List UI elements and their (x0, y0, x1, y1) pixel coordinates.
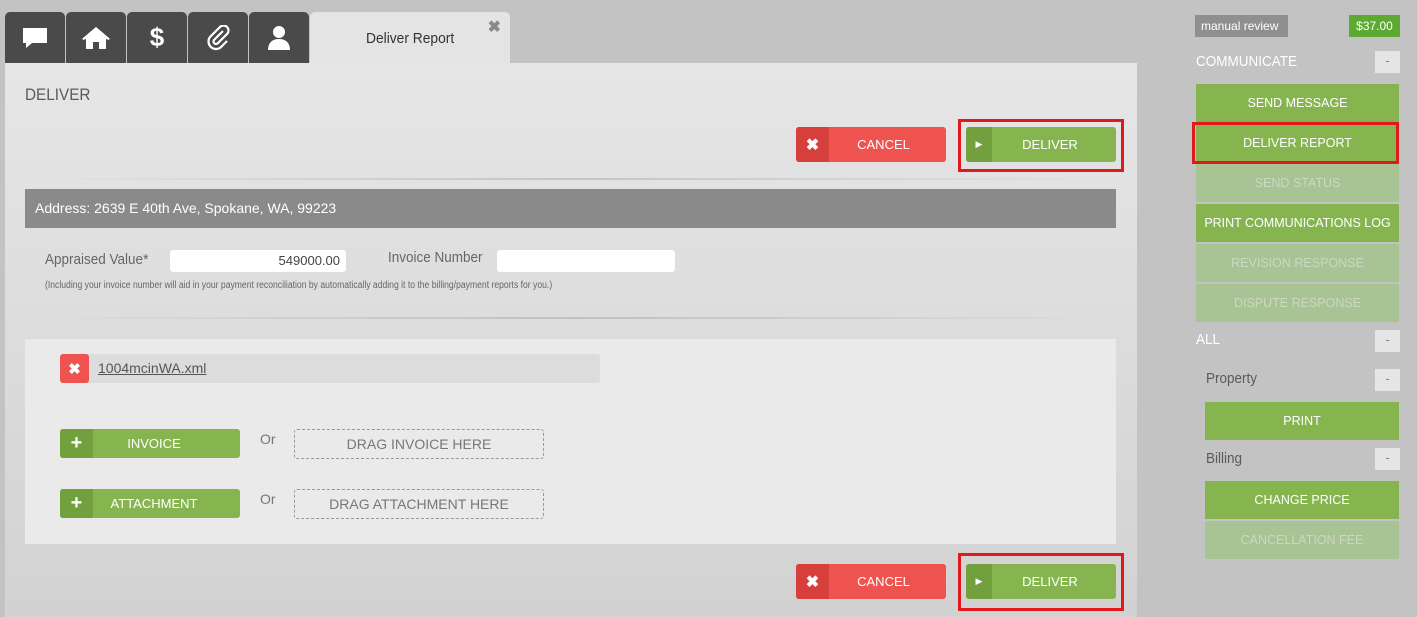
print-communications-log-button[interactable]: PRINT COMMUNICATIONS LOG (1196, 204, 1399, 242)
divider (35, 317, 1115, 319)
home-icon (82, 26, 110, 49)
plus-icon: + (60, 489, 93, 518)
cancel-button-top[interactable]: ✖ CANCEL (796, 127, 946, 162)
page-title: DELIVER (25, 85, 91, 104)
close-icon: ✖ (796, 127, 829, 162)
or-text: Or (260, 431, 276, 447)
section-all: ALL (1196, 331, 1221, 348)
add-attachment-label: ATTACHMENT (110, 496, 198, 511)
add-invoice-button[interactable]: + INVOICE (60, 429, 240, 458)
add-attachment-button[interactable]: + ATTACHMENT (60, 489, 240, 518)
send-status-button: SEND STATUS (1196, 164, 1399, 202)
cancel-button-bottom[interactable]: ✖ CANCEL (796, 564, 946, 599)
invoice-dropzone[interactable]: DRAG INVOICE HERE (294, 429, 544, 459)
section-billing: Billing (1206, 450, 1243, 467)
divider (35, 178, 1115, 180)
status-badge: manual review (1195, 15, 1288, 37)
add-invoice-label: INVOICE (127, 436, 181, 451)
paperclip-icon (207, 24, 230, 50)
cancel-label: CANCEL (857, 574, 910, 589)
tab-attachments[interactable] (188, 12, 248, 63)
tab-deliver-report-label: Deliver Report (366, 30, 455, 47)
remove-file-icon[interactable]: ✖ (60, 354, 89, 383)
collapse-all-button[interactable]: - (1375, 330, 1400, 352)
revision-response-button: REVISION RESPONSE (1196, 244, 1399, 282)
change-price-button[interactable]: CHANGE PRICE (1205, 481, 1399, 519)
appraised-value-input[interactable]: 549000.00 (169, 249, 347, 273)
address-bar: Address: 2639 E 40th Ave, Spokane, WA, 9… (25, 189, 1116, 228)
highlight-box-sidebar (1192, 122, 1399, 164)
appraised-value-label: Appraised Value* (45, 251, 149, 268)
chat-icon (23, 27, 47, 48)
invoice-number-input[interactable] (496, 249, 676, 273)
user-icon (268, 25, 290, 50)
tab-billing[interactable]: $ (127, 12, 187, 63)
cancellation-fee-button: CANCELLATION FEE (1205, 521, 1399, 559)
collapse-billing-button[interactable]: - (1375, 448, 1400, 470)
highlight-box-bottom (958, 553, 1124, 611)
send-message-button[interactable]: SEND MESSAGE (1196, 84, 1399, 122)
tab-contacts[interactable] (249, 12, 309, 63)
collapse-property-button[interactable]: - (1375, 369, 1400, 391)
print-button[interactable]: PRINT (1205, 402, 1399, 440)
or-text: Or (260, 491, 276, 507)
attachment-dropzone[interactable]: DRAG ATTACHMENT HERE (294, 489, 544, 519)
invoice-note: (Including your invoice number will aid … (45, 280, 553, 291)
cancel-label: CANCEL (857, 137, 910, 152)
dollar-icon: $ (149, 22, 165, 52)
collapse-communicate-button[interactable]: - (1375, 51, 1400, 73)
plus-icon: + (60, 429, 93, 458)
dispute-response-button: DISPUTE RESPONSE (1196, 284, 1399, 322)
section-property: Property (1206, 370, 1258, 387)
tab-home[interactable] (66, 12, 126, 63)
tab-messages[interactable] (5, 12, 65, 63)
uploaded-file-link[interactable]: 1004mcinWA.xml (98, 360, 206, 376)
highlight-box-top (958, 119, 1124, 172)
close-icon: ✖ (796, 564, 829, 599)
close-tab-icon[interactable]: ✖ (488, 17, 501, 37)
section-communicate: COMMUNICATE (1196, 53, 1297, 70)
invoice-number-label: Invoice Number (388, 249, 483, 266)
price-badge: $37.00 (1349, 15, 1400, 37)
tab-deliver-report[interactable]: Deliver Report ✖ (310, 12, 510, 63)
